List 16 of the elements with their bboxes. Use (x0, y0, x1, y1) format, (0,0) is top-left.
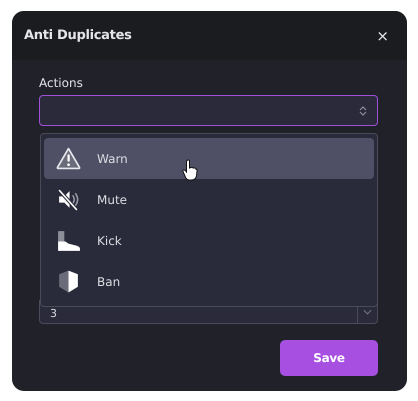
dialog-title: Anti Duplicates (24, 28, 132, 43)
chevron-down-icon (363, 308, 372, 314)
updown-icon (359, 104, 367, 116)
close-button[interactable]: × (374, 26, 391, 44)
actions-select[interactable] (39, 95, 378, 126)
field-label: Actions (39, 76, 84, 90)
save-button[interactable]: Save (280, 340, 378, 376)
shoe-icon (56, 228, 81, 253)
menu-item[interactable]: Ban (44, 261, 374, 302)
muted-speaker-icon (56, 187, 81, 212)
shield-icon (56, 269, 81, 294)
menu-item[interactable]: Kick (44, 220, 374, 261)
menu-item[interactable]: Mute (44, 179, 374, 220)
hand-cursor-icon (182, 159, 198, 181)
warning-icon (56, 146, 81, 171)
menu-item[interactable]: Warn (44, 138, 374, 179)
